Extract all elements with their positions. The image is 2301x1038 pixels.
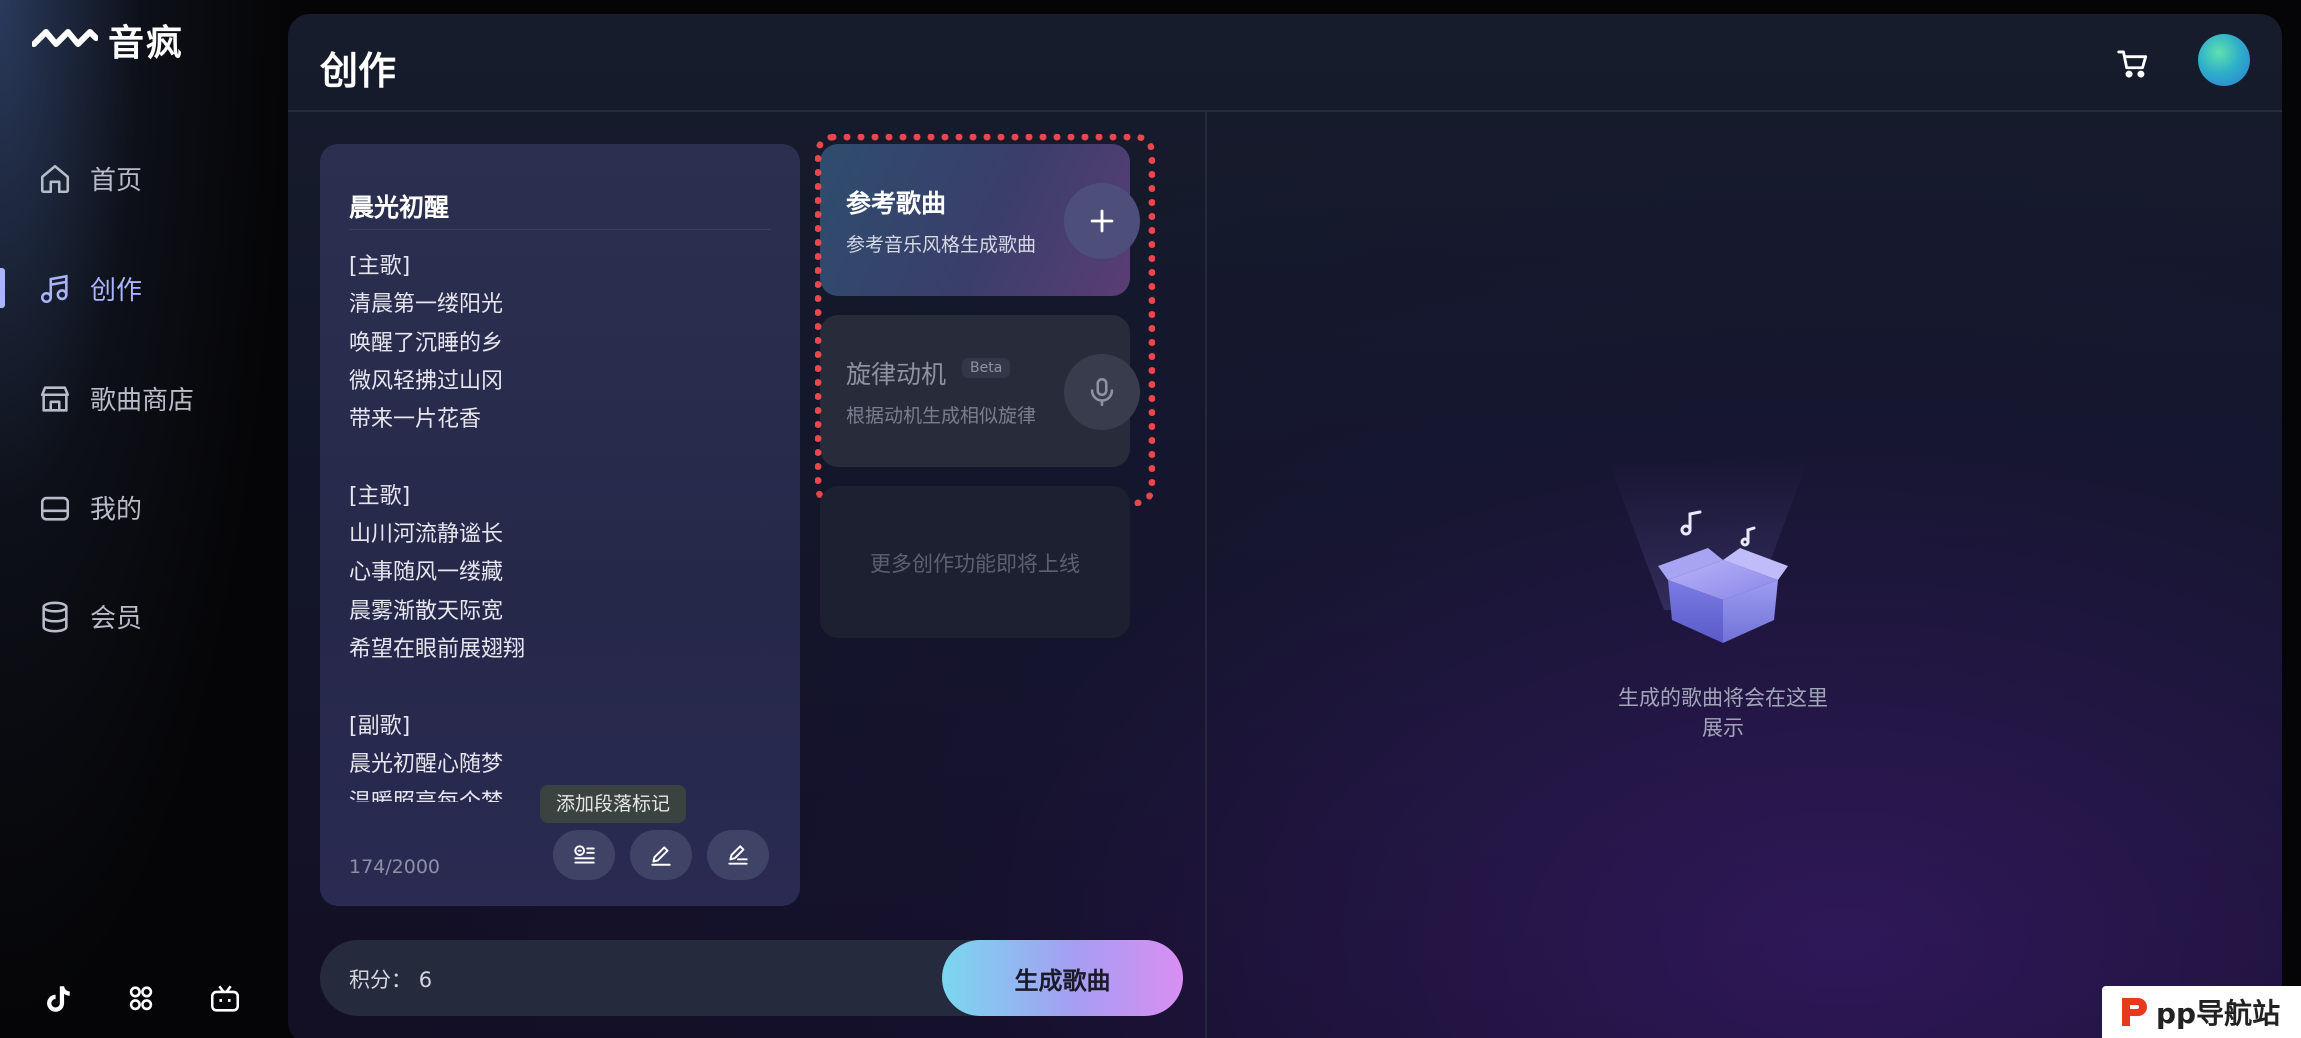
music-note-icon	[40, 274, 68, 303]
music-box-icon	[1658, 510, 1788, 643]
feature-highlight-outline	[815, 134, 1155, 506]
site-logo-icon	[2122, 998, 2147, 1026]
lyric-line	[349, 669, 779, 707]
app-logo[interactable]: 音疯	[32, 14, 184, 66]
logo-wave-icon	[32, 29, 98, 47]
lyric-line: 希望在眼前展翅翔	[349, 636, 526, 662]
lyric-line: 山川河流静谧长	[349, 522, 504, 548]
app-name: 音疯	[108, 23, 185, 64]
home-icon	[40, 164, 70, 193]
lyrics-text-area[interactable]: [主歌] 清晨第一缕阳光 唤醒了沉睡的乡 微风轻拂过山冈 带来一片花香 [主歌]…	[349, 248, 779, 802]
lyric-line: 唤醒了沉睡的乡	[349, 330, 504, 356]
sidebar-item-label: 创作	[90, 276, 143, 306]
page-title: 创作	[320, 49, 397, 93]
divider	[1205, 112, 1207, 1038]
divider	[349, 229, 771, 230]
empty-state-text: 生成的歌曲将会在这里展示	[1618, 686, 1828, 740]
lyric-line: 晨光初醒心随梦	[349, 751, 504, 777]
lyrics-editor[interactable]: 晨光初醒 [主歌] 清晨第一缕阳光 唤醒了沉睡的乡 微风轻拂过山冈 带来一片花香…	[320, 144, 800, 906]
sidebar-item-store[interactable]: 歌曲商店	[38, 380, 194, 417]
lyric-line: [主歌]	[349, 483, 411, 509]
more-features-text: 更多创作功能即将上线	[870, 552, 1080, 576]
lyrics-title[interactable]: 晨光初醒	[349, 188, 449, 224]
rewrite-icon	[728, 845, 748, 865]
site-badge: pp导航站	[2102, 986, 2301, 1038]
sidebar-item-mine[interactable]: 我的	[38, 489, 142, 526]
nav-active-indicator	[0, 268, 5, 308]
cart-icon[interactable]	[2114, 44, 2152, 82]
lyric-line: 心事随风一缕藏	[349, 560, 504, 586]
store-icon	[40, 385, 70, 412]
edit-button[interactable]	[630, 830, 692, 880]
page-header: 创作	[288, 14, 2282, 112]
lyric-line: [主歌]	[349, 254, 411, 279]
sidebar-bottom-icons	[40, 982, 242, 1016]
tv-icon[interactable]	[208, 982, 242, 1016]
generate-song-button[interactable]: 生成歌曲	[942, 940, 1183, 1016]
points-bar: 积分： 6 生成歌曲	[320, 940, 1183, 1016]
apps-icon[interactable]	[124, 982, 158, 1016]
database-icon	[42, 601, 68, 632]
lyric-line	[349, 439, 779, 477]
paragraph-mark-icon	[574, 845, 595, 864]
lyric-line: 清晨第一缕阳光	[349, 292, 504, 318]
rewrite-button[interactable]	[707, 830, 769, 880]
sidebar-item-label: 我的	[90, 495, 143, 525]
lyric-line: 晨雾渐散天际宽	[349, 598, 504, 624]
more-features-card: 更多创作功能即将上线	[820, 486, 1130, 638]
points-display: 积分： 6	[349, 964, 432, 994]
points-label: 积分：	[349, 968, 412, 992]
points-value: 6	[418, 968, 433, 992]
edit-icon	[651, 846, 671, 866]
sidebar-item-home[interactable]: 首页	[38, 160, 142, 197]
lyric-line: 微风轻拂过山冈	[349, 368, 504, 394]
add-paragraph-mark-button[interactable]	[553, 830, 615, 880]
sidebar-item-create[interactable]: 创作	[38, 270, 142, 307]
sidebar-item-label: 首页	[90, 166, 143, 196]
lyric-line: [副歌]	[349, 713, 411, 739]
sidebar-item-membership[interactable]: 会员	[38, 598, 142, 635]
sidebar-item-label: 歌曲商店	[90, 386, 195, 416]
main-panel: 创作 晨光初醒 [主歌] 清晨第一缕阳光 唤醒了沉睡的乡 微风轻拂过山冈 带来一…	[288, 14, 2282, 1038]
lyric-line: 带来一片花香	[349, 407, 482, 433]
avatar[interactable]	[2198, 34, 2250, 86]
tooltip: 添加段落标记	[540, 785, 687, 823]
wallet-icon	[40, 496, 70, 521]
sidebar-item-label: 会员	[90, 604, 143, 634]
site-badge-text: pp导航站	[2156, 997, 2281, 1030]
sidebar: 音疯 首页 创作 歌曲商店 我的 会员	[0, 0, 287, 1038]
char-count: 174/2000	[349, 856, 441, 878]
tiktok-icon[interactable]	[40, 982, 74, 1016]
